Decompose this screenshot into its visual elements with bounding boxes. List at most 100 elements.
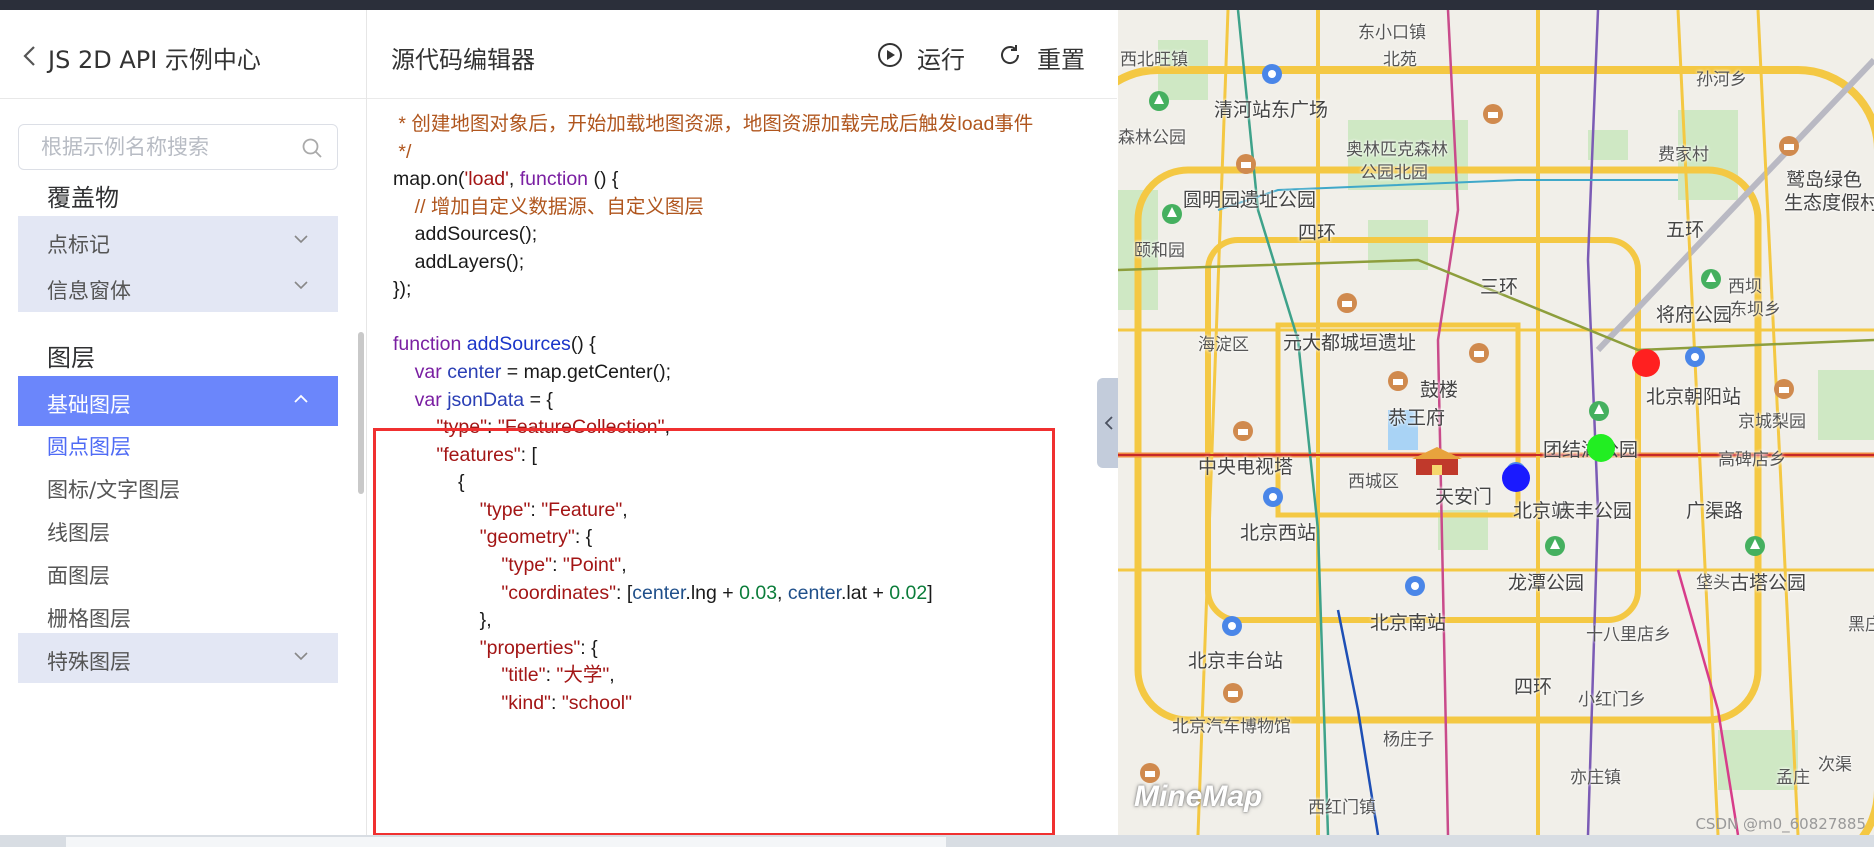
map-label: 北京朝阳站 — [1646, 386, 1742, 408]
park-poi-icon — [1162, 204, 1182, 224]
landmark-poi-icon — [1388, 371, 1408, 391]
menu-item-info-window[interactable]: 信息窗体 — [18, 262, 338, 312]
map-label: 庆丰公园 — [1556, 500, 1633, 522]
map-label: 元大都城垣遗址 — [1283, 332, 1417, 354]
map-label: 东小口镇 — [1358, 23, 1426, 43]
map-label: 三环 — [1480, 276, 1519, 298]
map-label: 公园北园 — [1360, 163, 1428, 183]
map-label: 四环 — [1514, 676, 1553, 698]
menu-item-label: 信息窗体 — [47, 279, 131, 303]
park-poi-icon — [1745, 536, 1765, 556]
menu-item-special-layer[interactable]: 特殊图层 — [18, 633, 338, 683]
run-label: 运行 — [917, 46, 965, 74]
transit-poi-icon — [1405, 576, 1425, 596]
group-title-layers: 图层 — [47, 344, 95, 372]
transit-poi-icon — [1685, 347, 1705, 367]
map-label: 天安门 — [1435, 486, 1493, 508]
code-line: "kind": "school" — [501, 692, 633, 714]
landmark-poi-icon — [1774, 379, 1794, 399]
map-label: 北京丰台站 — [1188, 650, 1284, 672]
map-label: 费家村 — [1658, 145, 1709, 165]
map-label: 孙河乡 — [1696, 70, 1747, 90]
code-line: }); — [393, 278, 412, 300]
landmark-poi-icon — [1233, 421, 1253, 441]
map-label: 颐和园 — [1134, 241, 1185, 261]
refresh-icon — [1001, 45, 1020, 64]
map-label: 次渠 — [1818, 755, 1852, 775]
menu-item-label: 基础图层 — [47, 393, 131, 417]
map-label: 海淀区 — [1198, 335, 1249, 355]
map-label: 奥林匹克森林 — [1346, 140, 1448, 160]
map-label: 东坝乡 — [1730, 300, 1781, 320]
map-label: 亦庄镇 — [1570, 768, 1621, 788]
map-logo: MineMap — [1134, 780, 1263, 813]
sub-item-symbol-layer[interactable]: 图标/文字图层 — [47, 474, 180, 504]
landmark-poi-icon — [1483, 104, 1503, 124]
editor-header: 源代码编辑器 运行 重置 — [367, 10, 1117, 99]
green-circle-marker[interactable] — [1587, 434, 1615, 462]
chevron-down-icon — [294, 652, 308, 661]
code-area[interactable]: * 创建地图对象后，开始加载地图资源，地图资源加载完成后触发load事件 */ … — [393, 108, 1113, 833]
map-label: 北苑 — [1383, 50, 1417, 70]
map-label: 西北旺镇 — [1120, 50, 1188, 70]
map-label: 垡头 — [1696, 573, 1730, 593]
code-editor-panel: 源代码编辑器 运行 重置 * 创建地图对象后，开始加载地图资源，地图资源加载完成… — [367, 10, 1117, 835]
map-label: 北京南站 — [1370, 612, 1447, 634]
sub-item-fill-layer[interactable]: 面图层 — [47, 560, 110, 590]
code-line: * 创建地图对象后，开始加载地图资源，地图资源加载完成后触发load事件 — [393, 113, 1034, 135]
landmark-poi-icon — [1469, 343, 1489, 363]
map-label: 京城梨园 — [1738, 412, 1806, 432]
landmark-poi-icon — [1779, 136, 1799, 156]
map-label: 孟庄 — [1776, 768, 1810, 788]
map-label: 高碑店乡 — [1718, 450, 1786, 470]
menu-item-label: 特殊图层 — [47, 650, 131, 674]
play-icon — [878, 43, 902, 67]
map-label: 恭王府 — [1388, 407, 1446, 429]
sub-item-raster-layer[interactable]: 栅格图层 — [47, 603, 131, 633]
blue-circle-marker[interactable] — [1502, 464, 1530, 492]
sub-item-line-layer[interactable]: 线图层 — [47, 517, 110, 547]
watermark-text: CSDN @m0_60827885 — [1695, 815, 1866, 833]
map-label: 鼓楼 — [1420, 379, 1459, 401]
transit-poi-icon — [1262, 64, 1282, 84]
map-label: 西坝 — [1728, 277, 1762, 297]
transit-poi-icon — [1263, 487, 1283, 507]
search-icon[interactable] — [301, 137, 323, 159]
map-label: 四环 — [1298, 222, 1337, 244]
park-poi-icon — [1589, 401, 1609, 421]
landmark-poi-icon — [1223, 683, 1243, 703]
menu-item-marker[interactable]: 点标记 — [18, 216, 338, 266]
map-label: 十八里店乡 — [1586, 625, 1671, 645]
landmark-poi-icon — [1236, 154, 1256, 174]
map-label: 杨庄子 — [1383, 730, 1434, 750]
reset-label: 重置 — [1037, 46, 1085, 74]
transit-poi-icon — [1222, 616, 1242, 636]
park-poi-icon — [1545, 536, 1565, 556]
map-label: 黑庄 — [1848, 615, 1874, 635]
map-view[interactable]: 东小口镇 西北旺镇 北苑 清河站东广场 孙河乡 森林公园 奥林匹克森林 公园北园… — [1118, 10, 1874, 835]
sub-item-circle-layer[interactable]: 圆点图层 — [47, 431, 131, 461]
map-label: 西红门镇 — [1308, 798, 1376, 818]
park-poi-icon — [1149, 91, 1169, 111]
red-circle-marker[interactable] — [1632, 349, 1660, 377]
search-box[interactable] — [18, 124, 338, 170]
map-label: 龙潭公园 — [1508, 572, 1585, 594]
editor-title: 源代码编辑器 — [391, 46, 535, 74]
map-label: 将府公园 — [1656, 304, 1733, 326]
sidebar-scrollbar[interactable] — [358, 332, 364, 494]
back-arrow-icon[interactable] — [20, 44, 40, 68]
map-label: 生态度假村 — [1784, 192, 1874, 214]
tiananmen-landmark-icon — [1412, 447, 1462, 475]
chevron-down-icon — [294, 235, 308, 244]
park-poi-icon — [1701, 269, 1721, 289]
bottom-scrollbar-thumb[interactable] — [66, 837, 946, 847]
sidebar-header: JS 2D API 示例中心 — [0, 10, 366, 99]
bottom-scrollbar[interactable] — [0, 835, 1874, 847]
map-label: 森林公园 — [1118, 128, 1186, 148]
map-label: 西城区 — [1348, 472, 1399, 492]
map-label: 北京汽车博物馆 — [1172, 717, 1291, 737]
search-input[interactable] — [39, 133, 293, 163]
menu-item-base-layer[interactable]: 基础图层 — [18, 376, 338, 426]
group-title-overlay: 覆盖物 — [47, 184, 119, 212]
map-label: 北京西站 — [1240, 522, 1317, 544]
